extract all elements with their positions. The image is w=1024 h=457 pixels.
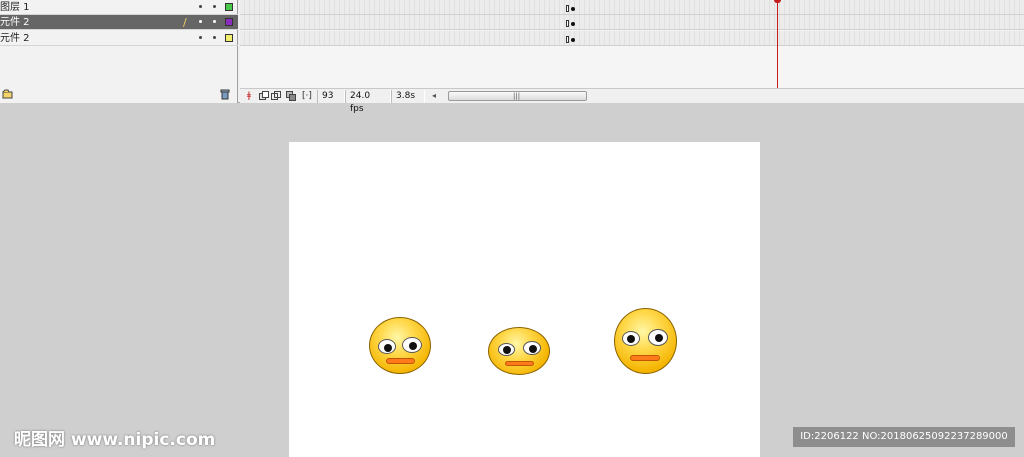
onion-skin-icon[interactable] (259, 91, 269, 101)
smiley-eye (378, 339, 396, 354)
timeline-panel: 图层 1 元件 2 / 元件 2 ǂ [·] 93 24.0 fps 3.8s … (0, 0, 1024, 114)
keyframe-dot (571, 22, 575, 26)
lock-dot[interactable] (213, 36, 216, 39)
layer-row[interactable]: 元件 2 (0, 31, 238, 46)
keyframe-marker[interactable] (566, 20, 569, 27)
smiley-eye (622, 331, 640, 346)
smiley-pupil (627, 335, 635, 343)
timeline-status-bar: ǂ [·] 93 24.0 fps 3.8s ◂ ||| (240, 88, 1024, 114)
visibility-dot[interactable] (199, 20, 202, 23)
horizontal-scrollbar[interactable]: ||| (448, 91, 587, 101)
playhead[interactable] (777, 0, 778, 88)
smiley-eye (648, 329, 668, 346)
current-frame-field: 93 (317, 90, 345, 103)
lock-dot[interactable] (213, 5, 216, 8)
pencil-icon: / (183, 16, 187, 29)
frame-rate-field[interactable]: 24.0 fps (345, 90, 391, 114)
keyframe-marker[interactable] (566, 5, 569, 12)
smiley-pupil (409, 342, 417, 350)
layer-name: 元件 2 (0, 17, 30, 28)
keyframe-dot (571, 38, 575, 42)
smiley-pupil (529, 345, 537, 353)
keyframe-dot (571, 7, 575, 11)
smiley-left[interactable] (369, 317, 433, 375)
layer-list: 图层 1 元件 2 / 元件 2 (0, 0, 238, 103)
outline-color-swatch[interactable] (225, 18, 233, 26)
outline-color-swatch[interactable] (225, 34, 233, 42)
layer-row-selected[interactable]: 元件 2 / (0, 15, 238, 30)
visibility-dot[interactable] (199, 5, 202, 8)
smiley-eye (523, 341, 541, 355)
layer-name: 图层 1 (0, 2, 30, 13)
smiley-eye (402, 337, 422, 353)
smiley-mouth (630, 355, 660, 361)
smiley-pupil (384, 344, 392, 352)
layer-row[interactable]: 图层 1 (0, 0, 238, 15)
edit-multiple-frames-icon[interactable] (286, 91, 296, 101)
frame-row[interactable] (240, 0, 1024, 15)
smiley-right[interactable] (614, 308, 678, 375)
scrollbar-grip-icon: ||| (513, 92, 521, 100)
layer-footer (0, 88, 238, 103)
center-frame-icon[interactable]: ǂ (244, 91, 254, 101)
lock-dot[interactable] (213, 20, 216, 23)
smiley-mouth (386, 358, 415, 364)
frame-row[interactable] (240, 15, 1024, 30)
smiley-eye (498, 343, 515, 356)
frame-row[interactable] (240, 31, 1024, 46)
outline-color-swatch[interactable] (225, 3, 233, 11)
smiley-pupil (655, 334, 663, 342)
smiley-center[interactable] (488, 327, 552, 376)
smiley-pupil (503, 346, 511, 354)
keyframe-marker[interactable] (566, 36, 569, 43)
scroll-left-arrow-icon[interactable]: ◂ (432, 90, 436, 102)
stage-canvas[interactable] (289, 142, 760, 457)
watermark-right: ID:2206122 NO:20180625092237289000 (793, 427, 1015, 447)
elapsed-time-field: 3.8s (391, 90, 425, 103)
smiley-mouth (505, 361, 534, 366)
visibility-dot[interactable] (199, 36, 202, 39)
modify-onion-markers-icon[interactable]: [·] (302, 91, 312, 101)
layer-name: 元件 2 (0, 33, 30, 44)
trash-icon[interactable] (220, 89, 230, 103)
new-layer-icon[interactable] (2, 89, 14, 102)
watermark-left: 昵图网 www.nipic.com (14, 430, 216, 450)
onion-skin-outlines-icon[interactable] (271, 91, 281, 101)
